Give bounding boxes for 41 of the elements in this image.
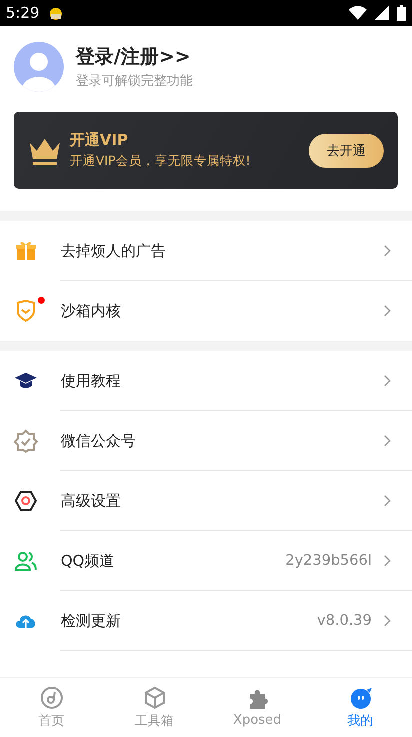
chevron-icon bbox=[384, 305, 392, 317]
chevron-icon bbox=[384, 555, 392, 567]
row-label: 沙箱内核 bbox=[61, 302, 122, 320]
settings-row[interactable]: 高级设置 bbox=[0, 471, 412, 531]
people-icon bbox=[14, 549, 38, 573]
row-label: 高级设置 bbox=[61, 492, 122, 510]
row-label: 检测更新 bbox=[61, 612, 122, 630]
wifi-icon bbox=[349, 6, 367, 20]
notification-icon bbox=[48, 5, 64, 21]
row-label: 去掉烦人的广告 bbox=[61, 242, 167, 260]
nav-tab[interactable]: 我的 bbox=[309, 678, 412, 737]
open-vip-button[interactable]: 去开通 bbox=[309, 134, 384, 168]
chevron-icon bbox=[384, 615, 392, 627]
box-icon bbox=[142, 686, 166, 710]
settings-row[interactable]: 沙箱内核 bbox=[0, 281, 412, 341]
login-link[interactable]: 登录/注册>> bbox=[76, 44, 193, 70]
vip-subtitle: 开通VIP会员，享无限专属特权! bbox=[70, 153, 252, 170]
chevron-icon bbox=[384, 375, 392, 387]
row-label: QQ频道 bbox=[61, 552, 116, 570]
settings-row[interactable]: 使用教程 bbox=[0, 351, 412, 411]
avatar-icon[interactable] bbox=[14, 42, 64, 92]
settings-row[interactable]: 去掉烦人的广告 bbox=[0, 221, 412, 281]
row-value: v8.0.39 bbox=[317, 613, 372, 629]
row-value: 2y239b566l bbox=[286, 553, 372, 569]
chevron-icon bbox=[384, 435, 392, 447]
badge-icon bbox=[14, 429, 38, 453]
vip-title: 开通VIP bbox=[70, 131, 130, 150]
chevron-icon bbox=[384, 245, 392, 257]
battery-icon bbox=[397, 5, 406, 21]
shield-icon bbox=[14, 299, 38, 323]
settings-row[interactable]: 微信公众号 bbox=[0, 411, 412, 471]
settings-row[interactable]: QQ频道 2y239b566l bbox=[0, 531, 412, 591]
signal-icon bbox=[375, 6, 389, 20]
hexagon-icon bbox=[14, 489, 38, 513]
status-time: 5:29 bbox=[6, 4, 40, 22]
chevron-icon bbox=[384, 495, 392, 507]
row-label: 微信公众号 bbox=[61, 432, 137, 450]
settings-row[interactable]: 检测更新 v8.0.39 bbox=[0, 591, 412, 651]
home-icon bbox=[40, 686, 64, 710]
login-hint: 登录可解锁完整功能 bbox=[76, 73, 193, 90]
row-label: 使用教程 bbox=[61, 372, 122, 390]
